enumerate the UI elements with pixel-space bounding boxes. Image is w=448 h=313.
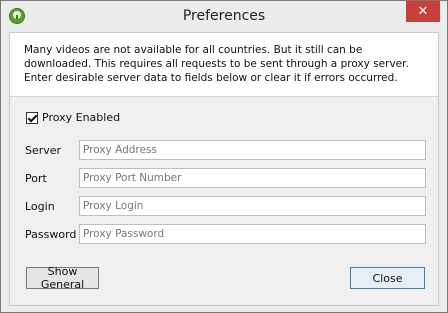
- port-label: Port: [25, 172, 47, 185]
- preferences-panel: Many videos are not available for all co…: [9, 32, 439, 306]
- close-button[interactable]: Close: [350, 267, 425, 289]
- password-label: Password: [25, 228, 77, 241]
- server-input[interactable]: [79, 140, 426, 160]
- close-window-button[interactable]: ✕: [406, 1, 440, 22]
- login-input[interactable]: [79, 196, 426, 216]
- preferences-window: Preferences ✕ Many videos are not availa…: [0, 0, 448, 313]
- login-label: Login: [25, 200, 55, 213]
- info-text: Many videos are not available for all co…: [24, 44, 409, 84]
- title-bar[interactable]: Preferences ✕: [1, 1, 447, 32]
- proxy-enabled-checkbox[interactable]: [26, 111, 38, 124]
- port-input[interactable]: [79, 168, 426, 188]
- show-general-button[interactable]: Show General: [26, 265, 99, 291]
- password-input[interactable]: [79, 224, 426, 244]
- proxy-enabled-label: Proxy Enabled: [42, 111, 121, 124]
- server-label: Server: [25, 144, 62, 157]
- proxy-enabled-row[interactable]: Proxy Enabled: [26, 111, 120, 124]
- window-title: Preferences: [182, 8, 266, 24]
- close-icon: ✕: [417, 4, 429, 19]
- info-panel: Many videos are not available for all co…: [10, 33, 438, 97]
